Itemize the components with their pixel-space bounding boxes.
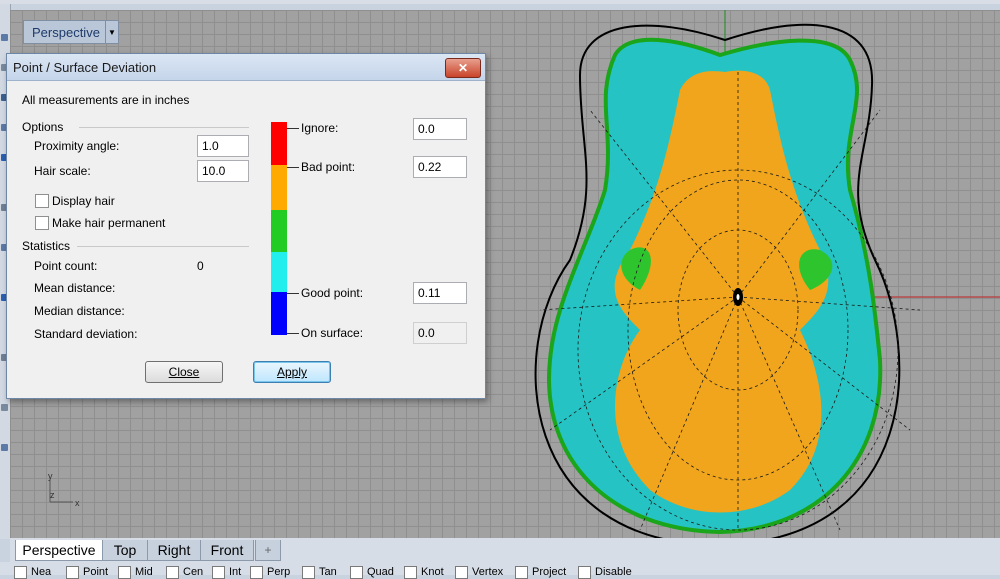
proximity-angle-input[interactable]: 1.0 bbox=[197, 135, 249, 157]
osnap-checkbox[interactable] bbox=[578, 566, 591, 579]
osnap-label: Mid bbox=[135, 566, 153, 578]
osnap-label: Project bbox=[532, 566, 567, 578]
on-surface-tick bbox=[287, 333, 299, 334]
osnap-label: Nea bbox=[31, 566, 52, 578]
osnap-item[interactable]: Cen bbox=[166, 566, 203, 579]
units-note: All measurements are in inches bbox=[22, 93, 190, 107]
options-header: Options bbox=[22, 120, 64, 134]
color-scale-green bbox=[271, 210, 287, 252]
osnap-item[interactable]: Disable bbox=[578, 566, 632, 579]
point-surface-deviation-dialog: Point / Surface Deviation ✕ All measurem… bbox=[6, 53, 486, 399]
chevron-down-icon[interactable]: ▼ bbox=[105, 21, 118, 43]
osnap-checkbox[interactable] bbox=[212, 566, 225, 579]
osnap-checkbox[interactable] bbox=[66, 566, 79, 579]
osnap-label: Disable bbox=[595, 566, 632, 578]
osnap-item[interactable]: Perp bbox=[250, 566, 290, 579]
hair-scale-input[interactable]: 10.0 bbox=[197, 160, 249, 182]
osnap-item[interactable]: Vertex bbox=[455, 566, 503, 579]
center-point-highlight bbox=[736, 294, 740, 300]
osnap-checkbox[interactable] bbox=[515, 566, 528, 579]
color-scale-red bbox=[271, 122, 287, 165]
hair-scale-label: Hair scale: bbox=[34, 164, 91, 178]
osnap-label: Cen bbox=[183, 566, 204, 578]
dialog-title: Point / Surface Deviation bbox=[13, 59, 157, 75]
osnap-label: Vertex bbox=[472, 566, 504, 578]
osnap-checkbox[interactable] bbox=[14, 566, 27, 579]
tab-front[interactable]: Front bbox=[200, 540, 254, 561]
axis-y-label: y bbox=[48, 471, 53, 481]
point-count-value: 0 bbox=[197, 259, 204, 273]
close-button[interactable]: Close bbox=[145, 361, 223, 383]
osnap-label: Int bbox=[229, 566, 242, 578]
osnap-checkbox[interactable] bbox=[166, 566, 179, 579]
osnap-item[interactable]: Tan bbox=[302, 566, 337, 579]
tab-top[interactable]: Top bbox=[102, 540, 148, 561]
osnap-item[interactable]: Knot bbox=[404, 566, 444, 579]
display-hair-label: Display hair bbox=[52, 194, 115, 208]
on-surface-input: 0.0 bbox=[413, 322, 467, 344]
bad-point-input[interactable]: 0.22 bbox=[413, 156, 467, 178]
guitar-body-model[interactable] bbox=[490, 10, 1000, 538]
viewport-title[interactable]: Perspective ▼ bbox=[23, 20, 119, 44]
statistics-divider bbox=[77, 246, 249, 247]
top-toolbar-edge bbox=[0, 0, 1000, 4]
close-icon[interactable]: ✕ bbox=[445, 58, 481, 78]
standard-deviation-label: Standard deviation: bbox=[34, 327, 138, 341]
osnap-checkbox[interactable] bbox=[118, 566, 131, 579]
make-hair-permanent-label: Make hair permanent bbox=[52, 216, 166, 230]
options-divider bbox=[79, 127, 249, 128]
viewport-title-label: Perspective bbox=[32, 24, 100, 40]
good-point-input[interactable]: 0.11 bbox=[413, 282, 467, 304]
axis-x-label: x bbox=[75, 498, 80, 508]
osnap-checkbox[interactable] bbox=[350, 566, 363, 579]
osnap-item[interactable]: Mid bbox=[118, 566, 153, 579]
median-distance-label: Median distance: bbox=[34, 304, 125, 318]
osnap-label: Knot bbox=[421, 566, 444, 578]
tab-perspective[interactable]: Perspective bbox=[15, 540, 103, 561]
osnap-label: Tan bbox=[319, 566, 337, 578]
good-point-label: Good point: bbox=[301, 286, 364, 300]
add-tab-button[interactable]: + bbox=[255, 540, 281, 561]
color-scale-orange bbox=[271, 165, 287, 210]
make-hair-permanent-checkbox[interactable] bbox=[35, 216, 49, 230]
osnap-bar: Nea Point Mid Cen Int Perp Tan Quad Knot… bbox=[0, 562, 1000, 579]
osnap-checkbox[interactable] bbox=[250, 566, 263, 579]
close-button-label: Close bbox=[168, 365, 200, 379]
good-point-tick bbox=[287, 293, 299, 294]
osnap-item[interactable]: Nea bbox=[14, 566, 51, 579]
proximity-angle-label: Proximity angle: bbox=[34, 139, 120, 153]
axis-z-label: z bbox=[50, 490, 55, 500]
osnap-label: Point bbox=[83, 566, 109, 578]
osnap-item[interactable]: Project bbox=[515, 566, 566, 579]
apply-button-label: Apply bbox=[276, 365, 308, 379]
osnap-item[interactable]: Point bbox=[66, 566, 108, 579]
display-hair-checkbox[interactable] bbox=[35, 194, 49, 208]
bad-point-tick bbox=[287, 167, 299, 168]
osnap-label: Quad bbox=[367, 566, 394, 578]
tool-icon[interactable] bbox=[1, 34, 8, 41]
color-scale-blue bbox=[271, 292, 287, 335]
ignore-tick bbox=[287, 128, 299, 129]
dialog-title-bar[interactable]: Point / Surface Deviation ✕ bbox=[7, 54, 485, 81]
statistics-header: Statistics bbox=[22, 239, 71, 253]
ignore-input[interactable]: 0.0 bbox=[413, 118, 467, 140]
mean-distance-label: Mean distance: bbox=[34, 281, 116, 295]
tool-icon[interactable] bbox=[1, 404, 8, 411]
bad-point-label: Bad point: bbox=[301, 160, 356, 174]
viewport-tabs: Perspective Top Right Front + bbox=[10, 538, 1000, 562]
osnap-label: Perp bbox=[267, 566, 291, 578]
ignore-label: Ignore: bbox=[301, 121, 339, 135]
tab-right[interactable]: Right bbox=[147, 540, 201, 561]
color-scale-cyan bbox=[271, 252, 287, 292]
osnap-item[interactable]: Quad bbox=[350, 566, 394, 579]
on-surface-label: On surface: bbox=[301, 326, 364, 340]
point-count-label: Point count: bbox=[34, 259, 98, 273]
tool-icon[interactable] bbox=[1, 444, 8, 451]
osnap-checkbox[interactable] bbox=[404, 566, 417, 579]
axis-indicator: y z x bbox=[48, 471, 80, 508]
apply-button[interactable]: Apply bbox=[253, 361, 331, 383]
osnap-item[interactable]: Int bbox=[212, 566, 241, 579]
osnap-checkbox[interactable] bbox=[302, 566, 315, 579]
osnap-checkbox[interactable] bbox=[455, 566, 468, 579]
